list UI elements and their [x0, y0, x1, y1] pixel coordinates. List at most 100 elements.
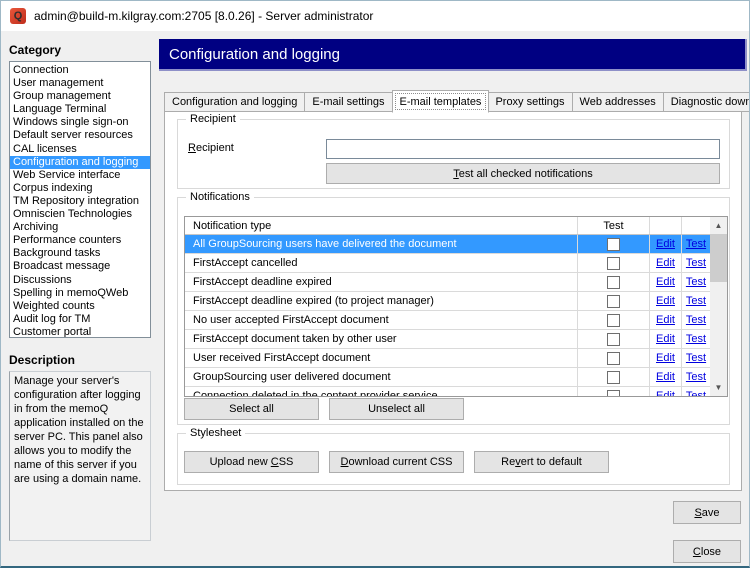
- table-row[interactable]: FirstAccept document taken by other user…: [185, 330, 710, 349]
- sidebar-item[interactable]: Omniscien Technologies: [10, 208, 150, 221]
- edit-link[interactable]: Edit: [656, 352, 675, 364]
- edit-link[interactable]: Edit: [656, 333, 675, 345]
- test-checkbox[interactable]: [607, 371, 620, 384]
- test-link[interactable]: Test: [686, 314, 706, 326]
- close-button[interactable]: Close: [673, 540, 741, 563]
- test-link[interactable]: Test: [686, 257, 706, 269]
- test-checkbox[interactable]: [607, 238, 620, 251]
- scroll-up-icon[interactable]: ▲: [710, 217, 727, 234]
- test-checkbox[interactable]: [607, 314, 620, 327]
- table-row[interactable]: No user accepted FirstAccept document Ed…: [185, 311, 710, 330]
- edit-cell: Edit: [650, 235, 682, 253]
- sidebar-item[interactable]: Audit log for TM: [10, 313, 150, 326]
- notification-type-cell: GroupSourcing user delivered document: [185, 368, 578, 386]
- sidebar-item[interactable]: Archiving: [10, 221, 150, 234]
- sidebar-item[interactable]: Configuration and logging: [10, 156, 150, 169]
- sidebar-item[interactable]: Weighted counts: [10, 300, 150, 313]
- upload-new-css-button[interactable]: Upload new CSS: [184, 451, 319, 473]
- revert-to-default-button[interactable]: Revert to default: [474, 451, 609, 473]
- window-title: admin@build-m.kilgray.com:2705 [8.0.26] …: [34, 9, 373, 23]
- sidebar-item[interactable]: Group management: [10, 90, 150, 103]
- test-checkbox[interactable]: [607, 257, 620, 270]
- tab[interactable]: Web addresses: [573, 92, 664, 112]
- scroll-down-icon[interactable]: ▼: [710, 379, 727, 396]
- notification-type-cell: FirstAccept document taken by other user: [185, 330, 578, 348]
- column-header-notification-type[interactable]: Notification type: [185, 217, 578, 234]
- save-button[interactable]: Save: [673, 501, 741, 524]
- test-cell: Test: [682, 254, 710, 272]
- sidebar-item[interactable]: Customer portal: [10, 326, 150, 338]
- test-link[interactable]: Test: [686, 333, 706, 345]
- test-link[interactable]: Test: [686, 352, 706, 364]
- tab[interactable]: Diagnostic downloads: [664, 92, 750, 112]
- test-all-checked-notifications-button[interactable]: Test all checked notifications: [326, 163, 720, 184]
- test-link[interactable]: Test: [686, 371, 706, 383]
- test-cell: Test: [682, 349, 710, 367]
- column-header-test[interactable]: Test: [578, 217, 650, 234]
- select-all-button[interactable]: Select all: [184, 398, 319, 420]
- description-label: Description: [9, 353, 75, 367]
- notification-type-cell: User received FirstAccept document: [185, 349, 578, 367]
- column-header-test-link[interactable]: [682, 217, 710, 234]
- edit-link[interactable]: Edit: [656, 238, 675, 250]
- sidebar-item[interactable]: Discussions: [10, 274, 150, 287]
- edit-link[interactable]: Edit: [656, 390, 675, 397]
- sidebar-item[interactable]: Spelling in memoQWeb: [10, 287, 150, 300]
- test-checkbox-cell: [578, 311, 650, 329]
- sidebar-item[interactable]: Windows single sign-on: [10, 116, 150, 129]
- tab-strip: Configuration and loggingE-mail settings…: [164, 89, 750, 112]
- edit-link[interactable]: Edit: [656, 276, 675, 288]
- table-row[interactable]: GroupSourcing user delivered document Ed…: [185, 368, 710, 387]
- test-link[interactable]: Test: [686, 238, 706, 250]
- sidebar-item[interactable]: Broadcast message: [10, 260, 150, 273]
- test-link[interactable]: Test: [686, 276, 706, 288]
- sidebar-item[interactable]: CAL licenses: [10, 143, 150, 156]
- edit-link[interactable]: Edit: [656, 257, 675, 269]
- tab[interactable]: E-mail settings: [305, 92, 392, 112]
- edit-cell: Edit: [650, 292, 682, 310]
- unselect-all-button[interactable]: Unselect all: [329, 398, 464, 420]
- table-row[interactable]: Connection deleted in the content provid…: [185, 387, 710, 397]
- table-header-row: Notification type Test: [185, 217, 710, 235]
- edit-link[interactable]: Edit: [656, 314, 675, 326]
- test-checkbox-cell: [578, 368, 650, 386]
- test-link[interactable]: Test: [686, 295, 706, 307]
- table-row[interactable]: User received FirstAccept document Edit …: [185, 349, 710, 368]
- sidebar-item[interactable]: Background tasks: [10, 247, 150, 260]
- sidebar-item[interactable]: Corpus indexing: [10, 182, 150, 195]
- table-row[interactable]: All GroupSourcing users have delivered t…: [185, 235, 710, 254]
- sidebar-item[interactable]: Performance counters: [10, 234, 150, 247]
- table-row[interactable]: FirstAccept deadline expired Edit Test: [185, 273, 710, 292]
- sidebar-item[interactable]: Language Terminal: [10, 103, 150, 116]
- edit-link[interactable]: Edit: [656, 295, 675, 307]
- edit-link[interactable]: Edit: [656, 371, 675, 383]
- test-link[interactable]: Test: [686, 390, 706, 397]
- download-current-css-button[interactable]: Download current CSS: [329, 451, 464, 473]
- category-listbox[interactable]: ConnectionUser managementGroup managemen…: [9, 61, 151, 338]
- test-checkbox[interactable]: [607, 333, 620, 346]
- tab[interactable]: E-mail templates: [392, 90, 490, 113]
- test-checkbox[interactable]: [607, 352, 620, 365]
- table-row[interactable]: FirstAccept deadline expired (to project…: [185, 292, 710, 311]
- notification-type-cell: No user accepted FirstAccept document: [185, 311, 578, 329]
- test-checkbox[interactable]: [607, 295, 620, 308]
- tab[interactable]: Configuration and logging: [164, 92, 305, 112]
- column-header-edit[interactable]: [650, 217, 682, 234]
- table-row[interactable]: FirstAccept cancelled Edit Test: [185, 254, 710, 273]
- sidebar-item[interactable]: Default server resources: [10, 129, 150, 142]
- tab[interactable]: Proxy settings: [488, 92, 572, 112]
- sidebar-item[interactable]: User management: [10, 77, 150, 90]
- test-checkbox-cell: [578, 235, 650, 253]
- table-scrollbar[interactable]: ▲ ▼: [710, 217, 727, 396]
- sidebar-item[interactable]: Web Service interface: [10, 169, 150, 182]
- test-checkbox[interactable]: [607, 276, 620, 289]
- test-cell: Test: [682, 330, 710, 348]
- test-cell: Test: [682, 311, 710, 329]
- edit-cell: Edit: [650, 349, 682, 367]
- sidebar-item[interactable]: Connection: [10, 64, 150, 77]
- recipient-input[interactable]: [326, 139, 720, 159]
- scrollbar-thumb[interactable]: [710, 234, 727, 282]
- sidebar-item[interactable]: TM Repository integration: [10, 195, 150, 208]
- test-checkbox[interactable]: [607, 390, 620, 398]
- test-checkbox-cell: [578, 349, 650, 367]
